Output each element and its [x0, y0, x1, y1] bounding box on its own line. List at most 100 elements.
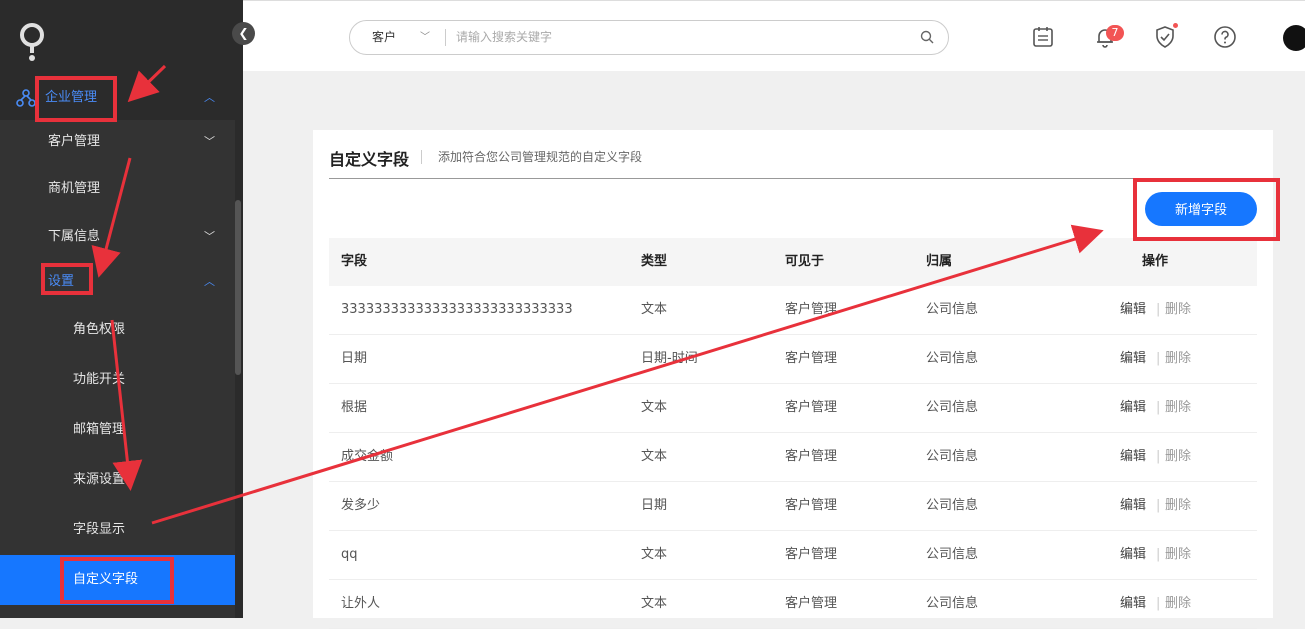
sidebar-item-feature-toggles[interactable]: 功能开关 [0, 358, 235, 402]
owner-cell: 公司信息 [926, 449, 979, 464]
search-bar[interactable]: 客户 ﹀ 请输入搜索关键字 [349, 20, 949, 55]
org-icon [16, 89, 36, 107]
action-separator: | [1156, 302, 1161, 317]
delete-link[interactable]: 删除 [1165, 384, 1191, 432]
sidebar-scrollbar[interactable] [235, 200, 241, 375]
type-cell: 文本 [641, 400, 668, 415]
sidebar-item-enterprise[interactable]: 企业管理 ︿ [0, 76, 235, 120]
delete-link[interactable]: 删除 [1165, 433, 1191, 481]
sidebar-item-customers[interactable]: 客户管理 ﹀ [0, 120, 235, 164]
sidebar: 企业管理 ︿ 客户管理 ﹀ 商机管理 下属信息 ﹀ 设置 ︿ 角色权限 功能开关… [0, 0, 243, 618]
type-cell: 文本 [641, 449, 668, 464]
help-icon[interactable] [1213, 25, 1237, 49]
delete-link[interactable]: 删除 [1165, 580, 1191, 628]
owner-cell: 公司信息 [926, 498, 979, 513]
owner-cell: 公司信息 [926, 400, 979, 415]
sidebar-item-sources[interactable]: 来源设置 [0, 458, 235, 502]
delete-link[interactable]: 删除 [1165, 335, 1191, 383]
action-separator: | [1156, 449, 1161, 464]
field-cell: 让外人 [341, 596, 381, 611]
sidebar-item-custom-fields[interactable]: 自定义字段 [0, 555, 235, 605]
search-input[interactable]: 请输入搜索关键字 [456, 21, 552, 54]
field-cell: 3333333333333333333333333333 [341, 302, 573, 317]
shield-icon[interactable] [1153, 25, 1177, 49]
top-header: 客户 ﹀ 请输入搜索关键字 7 [243, 0, 1305, 71]
sidebar-item-label: 商机管理 [48, 181, 101, 196]
sidebar-item-label: 企业管理 [45, 90, 98, 105]
add-field-button[interactable]: 新增字段 [1145, 192, 1257, 226]
visible-cell: 客户管理 [785, 596, 838, 611]
sidebar-item-roles[interactable]: 角色权限 [0, 308, 235, 352]
field-cell: 发多少 [341, 498, 381, 513]
visible-cell: 客户管理 [785, 498, 838, 513]
avatar[interactable] [1283, 25, 1305, 51]
action-separator: | [1156, 547, 1161, 562]
edit-link[interactable]: 编辑 [1120, 482, 1146, 530]
type-cell: 文本 [641, 596, 668, 611]
sidebar-item-opportunities[interactable]: 商机管理 [0, 167, 235, 211]
edit-link[interactable]: 编辑 [1120, 286, 1146, 334]
action-separator: | [1156, 400, 1161, 415]
edit-link[interactable]: 编辑 [1120, 433, 1146, 481]
field-cell: 日期 [341, 351, 368, 366]
table-row: 让外人 文本 客户管理 公司信息 编辑 | 删除 [329, 580, 1257, 629]
column-header-type: 类型 [641, 254, 668, 269]
delete-link[interactable]: 删除 [1165, 482, 1191, 530]
visible-cell: 客户管理 [785, 547, 838, 562]
visible-cell: 客户管理 [785, 351, 838, 366]
sidebar-item-mailbox[interactable]: 邮箱管理 [0, 408, 235, 452]
action-separator: | [1156, 596, 1161, 611]
sidebar-item-label: 功能开关 [73, 372, 126, 387]
sidebar-item-subordinates[interactable]: 下属信息 ﹀ [0, 215, 235, 259]
edit-link[interactable]: 编辑 [1120, 580, 1146, 628]
page-description: 添加符合您公司管理规范的自定义字段 [438, 150, 643, 164]
sidebar-item-label: 自定义字段 [73, 572, 139, 587]
type-cell: 文本 [641, 302, 668, 317]
action-separator: | [1156, 351, 1161, 366]
search-scope-select[interactable]: 客户 [372, 21, 396, 54]
table-row: 3333333333333333333333333333 文本 客户管理 公司信息 编辑… [329, 286, 1257, 335]
sidebar-item-label: 来源设置 [73, 472, 126, 487]
field-cell: 根据 [341, 400, 368, 415]
chevron-up-icon: ︿ [204, 275, 215, 288]
page-title: 自定义字段 [329, 150, 410, 169]
shield-alert-dot [1173, 23, 1178, 28]
title-divider [421, 150, 422, 164]
type-cell: 日期 [641, 498, 668, 513]
type-cell: 日期-时间 [641, 351, 698, 366]
sidebar-submenu: 客户管理 ﹀ 商机管理 下属信息 ﹀ 设置 ︿ 角色权限 功能开关 邮箱管理 来… [0, 120, 235, 618]
column-header-field: 字段 [341, 254, 368, 269]
table-row: qq 文本 客户管理 公司信息 编辑 | 删除 [329, 531, 1257, 580]
delete-link[interactable]: 删除 [1165, 286, 1191, 334]
search-divider [445, 29, 446, 46]
collapse-icon[interactable]: ❮ [232, 22, 255, 45]
chevron-down-icon: ﹀ [204, 230, 215, 243]
logo-icon [20, 23, 44, 61]
column-header-owner: 归属 [926, 254, 953, 269]
notification-badge: 7 [1106, 25, 1124, 41]
table-row: 发多少 日期 客户管理 公司信息 编辑 | 删除 [329, 482, 1257, 531]
action-separator: | [1156, 498, 1161, 513]
visible-cell: 客户管理 [785, 302, 838, 317]
sidebar-item-label: 设置 [48, 274, 75, 289]
delete-link[interactable]: 删除 [1165, 531, 1191, 579]
chevron-down-icon[interactable]: ﹀ [420, 21, 430, 54]
sidebar-item-settings[interactable]: 设置 ︿ [0, 260, 235, 304]
calendar-icon[interactable] [1031, 25, 1055, 49]
chevron-down-icon: ﹀ [204, 135, 215, 148]
search-icon[interactable] [920, 30, 934, 44]
custom-fields-card: 自定义字段 添加符合您公司管理规范的自定义字段 新增字段 字段 类型 可见于 归… [313, 130, 1273, 629]
sidebar-item-label: 客户管理 [48, 134, 101, 149]
visible-cell: 客户管理 [785, 400, 838, 415]
table-row: 根据 文本 客户管理 公司信息 编辑 | 删除 [329, 384, 1257, 433]
table-header: 字段 类型 可见于 归属 操作 [329, 238, 1257, 286]
edit-link[interactable]: 编辑 [1120, 531, 1146, 579]
field-cell: 成交金额 [341, 449, 394, 464]
chevron-up-icon: ︿ [204, 91, 215, 104]
sidebar-item-field-display[interactable]: 字段显示 [0, 508, 235, 552]
table-row: 日期 日期-时间 客户管理 公司信息 编辑 | 删除 [329, 335, 1257, 384]
edit-link[interactable]: 编辑 [1120, 384, 1146, 432]
edit-link[interactable]: 编辑 [1120, 335, 1146, 383]
header-divider [329, 178, 1257, 179]
field-cell: qq [341, 547, 358, 562]
